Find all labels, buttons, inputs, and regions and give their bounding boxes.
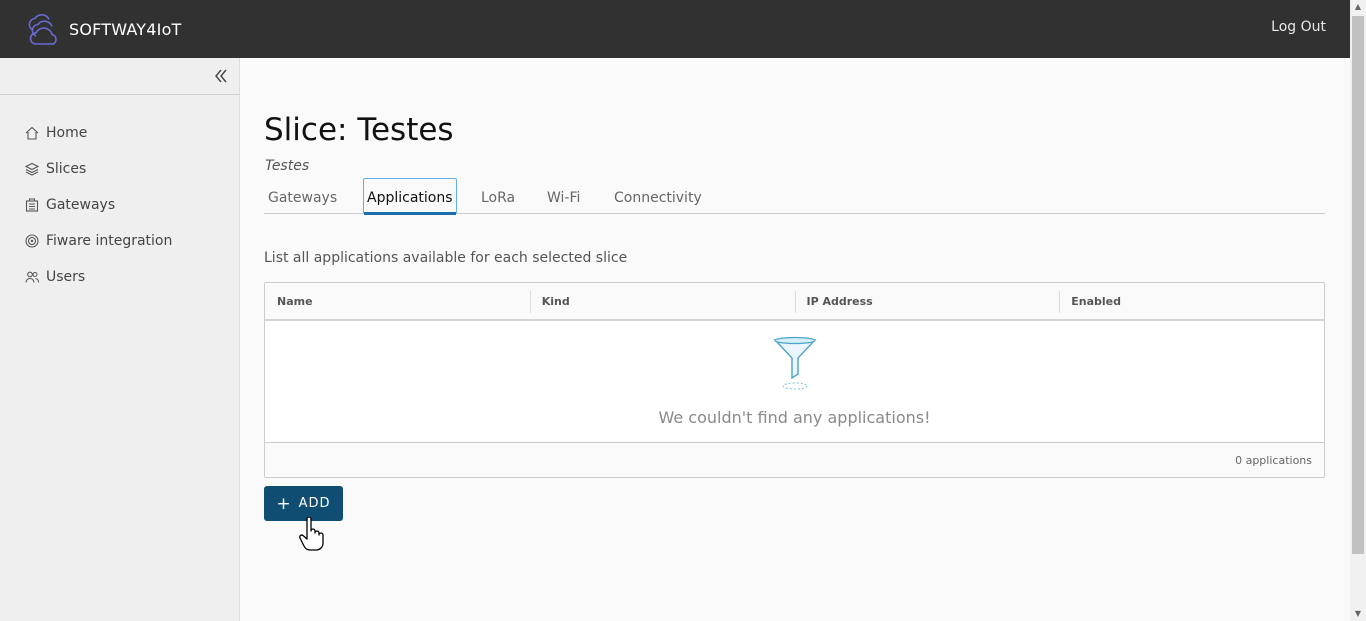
target-icon [25, 234, 39, 248]
brand[interactable]: SOFTWAY4IoT [24, 12, 182, 46]
empty-message: We couldn't find any applications! [658, 408, 931, 427]
page-title: Slice: Testes [264, 112, 454, 148]
main-content: Slice: Testes Testes Gateways Applicatio… [240, 58, 1350, 621]
scroll-up-arrow-icon[interactable]: ▲ [1350, 0, 1366, 14]
sidebar: Home Slices Gateways Fiware integration … [0, 58, 240, 621]
layers-icon [25, 162, 39, 176]
datagrid-footer: 0 applications [265, 442, 1324, 477]
page-subtitle: Testes [265, 158, 310, 174]
logout-link[interactable]: Log Out [1271, 19, 1326, 35]
scroll-down-arrow-icon[interactable]: ▼ [1350, 607, 1366, 621]
column-header-kind[interactable]: Kind [529, 283, 795, 319]
home-icon [25, 126, 39, 140]
tab-gateways[interactable]: Gateways [268, 178, 337, 214]
sidebar-item-label: Users [46, 269, 86, 285]
sidebar-item-fiware[interactable]: Fiware integration [0, 223, 239, 259]
scrollbar-thumb[interactable] [1352, 16, 1364, 554]
add-button[interactable]: + ADD [264, 486, 343, 521]
datagrid-placeholder: We couldn't find any applications! [265, 321, 1324, 442]
sidebar-item-label: Home [46, 125, 88, 141]
column-header-enabled[interactable]: Enabled [1059, 283, 1324, 319]
sidebar-item-label: Slices [46, 161, 87, 177]
sidebar-item-label: Gateways [46, 197, 116, 213]
cloud-logo-icon [28, 14, 57, 45]
tab-connectivity[interactable]: Connectivity [614, 178, 702, 214]
column-header-ip-address[interactable]: IP Address [794, 283, 1060, 319]
column-header-name[interactable]: Name [265, 283, 530, 319]
sidebar-item-users[interactable]: Users [0, 259, 239, 295]
tab-bar: Gateways Applications LoRa Wi-Fi Connect… [264, 178, 1325, 215]
item-count: 0 applications [1235, 454, 1312, 467]
users-icon [25, 271, 39, 283]
page-description: List all applications available for each… [264, 250, 628, 266]
applications-datagrid: Name Kind IP Address Enabled We couldn't… [264, 282, 1325, 478]
sidebar-item-gateways[interactable]: Gateways [0, 187, 239, 223]
sidebar-nav: Home Slices Gateways Fiware integration … [0, 115, 239, 295]
sidebar-item-home[interactable]: Home [0, 115, 239, 151]
top-header: SOFTWAY4IoT Log Out [0, 0, 1350, 58]
funnel-icon [773, 336, 817, 390]
plus-icon: + [276, 493, 292, 514]
tab-wifi[interactable]: Wi-Fi [547, 178, 580, 214]
add-button-label: ADD [298, 496, 331, 511]
sidebar-collapse-bar [0, 58, 239, 95]
datagrid-header: Name Kind IP Address Enabled [265, 283, 1324, 321]
tab-applications[interactable]: Applications [363, 178, 457, 215]
app-name: SOFTWAY4IoT [69, 19, 182, 39]
gateway-icon [25, 198, 39, 212]
sidebar-item-label: Fiware integration [46, 233, 173, 249]
tab-lora[interactable]: LoRa [481, 178, 515, 214]
vertical-scrollbar[interactable]: ▲ ▼ [1350, 0, 1366, 621]
sidebar-item-slices[interactable]: Slices [0, 151, 239, 187]
double-chevron-left-icon[interactable] [213, 68, 229, 84]
